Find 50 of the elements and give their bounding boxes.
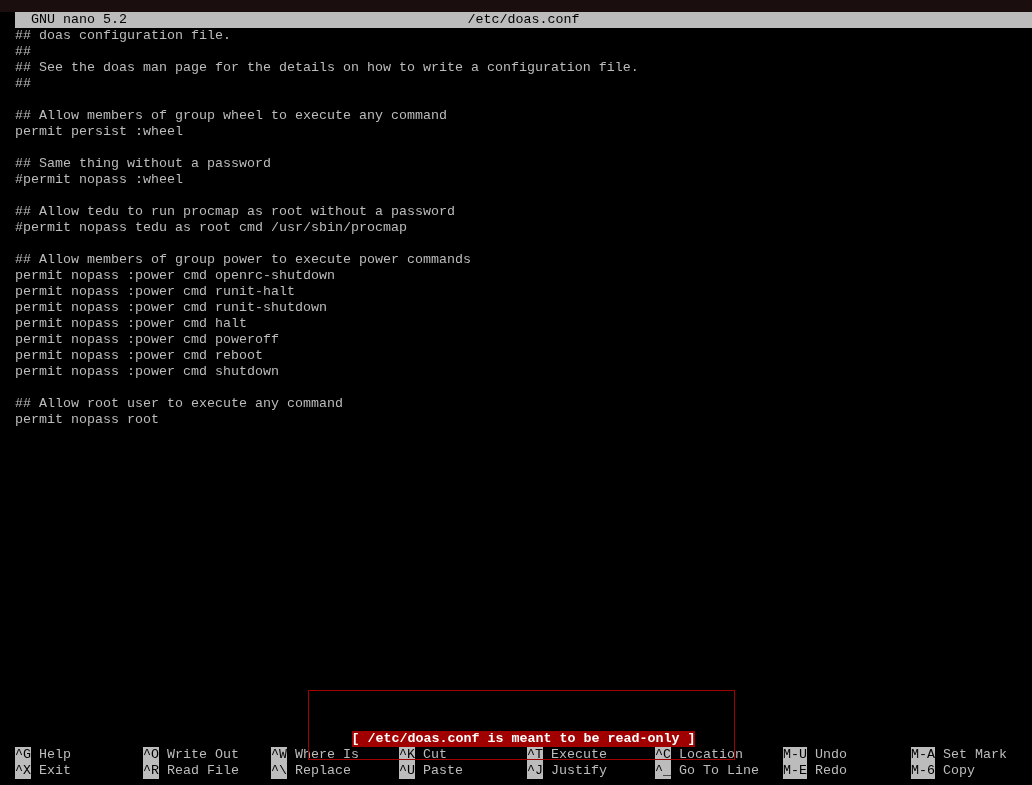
- shortcut-label: Redo: [815, 763, 847, 779]
- shortcut-label: Exit: [39, 763, 71, 779]
- shortcut-label: Go To Line: [679, 763, 759, 779]
- shortcut-label: Set Mark: [943, 747, 1007, 763]
- shortcut-label: Read File: [167, 763, 239, 779]
- status-message: [ /etc/doas.conf is meant to be read-only ]: [351, 731, 696, 747]
- code-line: permit nopass :power cmd shutdown: [15, 364, 279, 380]
- code-line: permit nopass :power cmd reboot: [15, 348, 263, 364]
- shortcut-key: ^U: [399, 763, 415, 779]
- shortcut-label: Justify: [551, 763, 607, 779]
- shortcut-key: ^X: [15, 763, 31, 779]
- code-line: permit nopass root: [15, 412, 159, 428]
- code-line: permit nopass :power cmd runit-shutdown: [15, 300, 327, 316]
- shortcut-key: ^R: [143, 763, 159, 779]
- code-line: ## See the doas man page for the details on how to write a configuration file.: [15, 60, 639, 76]
- shortcut-label: Copy: [943, 763, 975, 779]
- shortcut-label: Undo: [815, 747, 847, 763]
- shortcut-label: Paste: [423, 763, 463, 779]
- shortcut-key: ^W: [271, 747, 287, 763]
- code-line: #permit nopass :wheel: [15, 172, 183, 188]
- shortcut-label: Execute: [551, 747, 607, 763]
- shortcut-key: M-U: [783, 747, 807, 763]
- shortcut-label: Help: [39, 747, 71, 763]
- file-name: /etc/doas.conf: [467, 12, 580, 28]
- shortcut-key: ^J: [527, 763, 543, 779]
- shortcut-key: M-A: [911, 747, 935, 763]
- code-line: ## Allow members of group wheel to execute any command: [15, 108, 447, 124]
- shortcut-key: ^O: [143, 747, 159, 763]
- code-line: ##: [15, 44, 31, 60]
- editor-version: GNU nano 5.2: [31, 12, 127, 28]
- code-line: permit nopass :power cmd runit-halt: [15, 284, 295, 300]
- code-line: ## Allow root user to execute any command: [15, 396, 343, 412]
- code-line: ## Allow members of group power to execute power commands: [15, 252, 471, 268]
- shortcut-label: Cut: [423, 747, 447, 763]
- shortcut-key: ^_: [655, 763, 671, 779]
- code-line: #permit nopass tedu as root cmd /usr/sbin/procmap: [15, 220, 407, 236]
- code-line: permit nopass :power cmd poweroff: [15, 332, 279, 348]
- shortcut-key: M-6: [911, 763, 935, 779]
- shortcut-key: ^\: [271, 763, 287, 779]
- code-line: permit nopass :power cmd halt: [15, 316, 247, 332]
- shortcut-key: M-E: [783, 763, 807, 779]
- code-line: ##: [15, 76, 31, 92]
- code-line: ## Same thing without a password: [15, 156, 271, 172]
- shortcut-label: Write Out: [167, 747, 239, 763]
- code-line: permit nopass :power cmd openrc-shutdown: [15, 268, 335, 284]
- shortcut-key: ^G: [15, 747, 31, 763]
- code-line: ## Allow tedu to run procmap as root without a password: [15, 204, 455, 220]
- code-line: ## doas configuration file.: [15, 28, 231, 44]
- code-line: permit persist :wheel: [15, 124, 183, 140]
- shortcut-label: Replace: [295, 763, 351, 779]
